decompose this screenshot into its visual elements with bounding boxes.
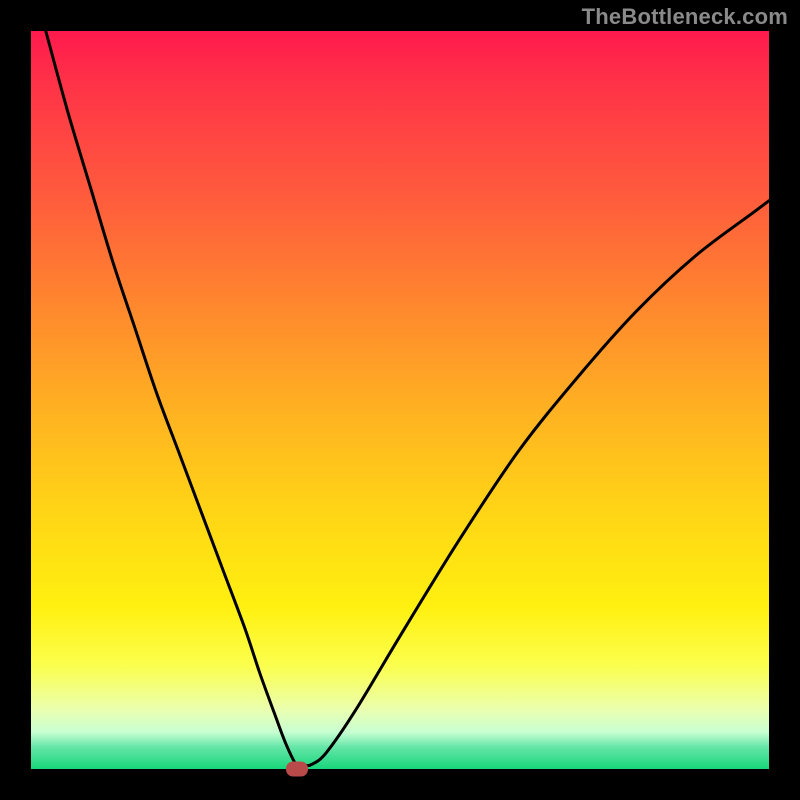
bottleneck-curve: [31, 31, 769, 769]
attribution-watermark: TheBottleneck.com: [582, 4, 788, 30]
optimal-point-marker: [286, 762, 308, 777]
chart-frame: TheBottleneck.com: [0, 0, 800, 800]
plot-area: [31, 31, 769, 769]
